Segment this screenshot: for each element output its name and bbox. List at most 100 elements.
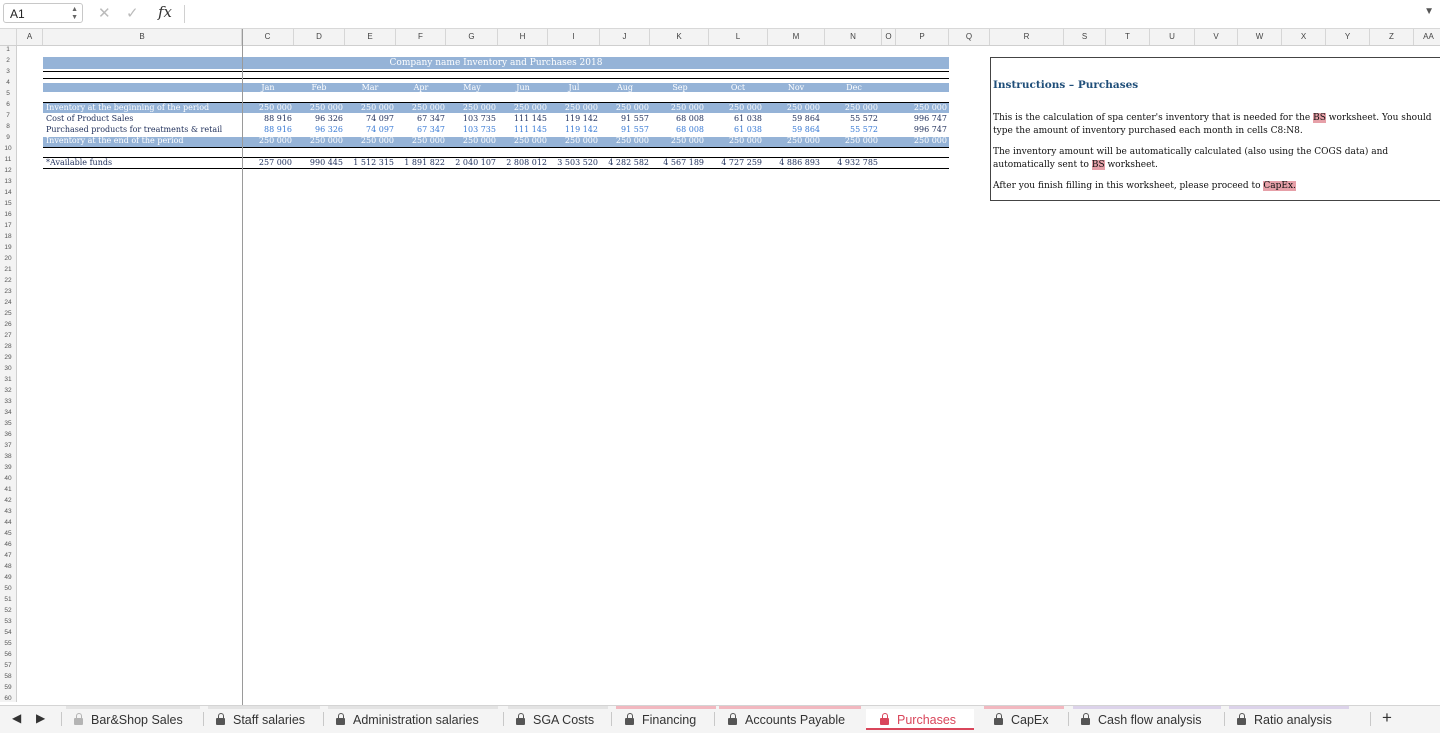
cell-end[interactable]: 250 000 xyxy=(772,136,820,145)
row-header[interactable]: 32 xyxy=(0,387,16,398)
row-header[interactable]: 56 xyxy=(0,651,16,662)
row-header[interactable]: 51 xyxy=(0,596,16,607)
tab-ratio-analysis[interactable]: Ratio analysis xyxy=(1229,706,1349,730)
row-header[interactable]: 38 xyxy=(0,453,16,464)
column-header[interactable]: P xyxy=(896,29,949,45)
cell-cogs[interactable]: 74 097 xyxy=(346,114,394,123)
cell-purchased[interactable]: 68 008 xyxy=(656,125,704,134)
cell-begin[interactable]: 250 000 xyxy=(601,103,649,112)
tab-accounts-payable[interactable]: Accounts Payable xyxy=(719,706,861,730)
column-header[interactable]: K xyxy=(650,29,709,45)
row-header[interactable]: 36 xyxy=(0,431,16,442)
select-all-corner[interactable] xyxy=(0,29,17,45)
row-header[interactable]: 59 xyxy=(0,684,16,695)
next-sheet-icon[interactable]: ▶ xyxy=(36,711,45,725)
row-header[interactable]: 28 xyxy=(0,343,16,354)
row-header[interactable]: 41 xyxy=(0,486,16,497)
tab-purchases[interactable]: Purchases xyxy=(866,706,974,730)
tab-capex[interactable]: CapEx xyxy=(984,706,1064,730)
cell-end[interactable]: 250 000 xyxy=(448,136,496,145)
column-header[interactable]: M xyxy=(768,29,825,45)
row-header[interactable]: 45 xyxy=(0,530,16,541)
tab-administration-salaries[interactable]: Administration salaries xyxy=(328,706,498,730)
cell-begin[interactable]: 250 000 xyxy=(448,103,496,112)
cell-total-purchased[interactable]: 996 747 xyxy=(899,125,947,134)
expand-formula-icon[interactable]: ▼ xyxy=(1424,6,1434,17)
row-header[interactable]: 14 xyxy=(0,189,16,200)
cell-funds[interactable]: 4 727 259 xyxy=(714,158,762,167)
row-header[interactable]: 1 xyxy=(0,46,16,57)
row-header[interactable]: 12 xyxy=(0,167,16,178)
cell-cogs[interactable]: 88 916 xyxy=(244,114,292,123)
column-header[interactable]: H xyxy=(498,29,548,45)
row-header[interactable]: 60 xyxy=(0,695,16,702)
cell-cogs[interactable]: 111 145 xyxy=(499,114,547,123)
tab-bar-shop-sales[interactable]: Bar&Shop Sales xyxy=(66,706,200,730)
row-header[interactable]: 16 xyxy=(0,211,16,222)
row-header[interactable]: 46 xyxy=(0,541,16,552)
cell-purchased[interactable]: 119 142 xyxy=(550,125,598,134)
name-box[interactable]: A1 ▲ ▼ xyxy=(3,3,83,23)
column-header[interactable]: B xyxy=(43,29,242,45)
column-header[interactable]: L xyxy=(709,29,768,45)
row-header[interactable]: 4 xyxy=(0,79,16,90)
row-header[interactable]: 11 xyxy=(0,156,16,167)
row-header[interactable]: 5 xyxy=(0,90,16,101)
cell-funds[interactable]: 3 503 520 xyxy=(550,158,598,167)
row-header[interactable]: 40 xyxy=(0,475,16,486)
row-header[interactable]: 8 xyxy=(0,123,16,134)
cell-end[interactable]: 250 000 xyxy=(656,136,704,145)
cell-funds[interactable]: 990 445 xyxy=(295,158,343,167)
row-header[interactable]: 30 xyxy=(0,365,16,376)
cell-total-cogs[interactable]: 996 747 xyxy=(899,114,947,123)
tab-staff-salaries[interactable]: Staff salaries xyxy=(208,706,320,730)
cell-end[interactable]: 250 000 xyxy=(397,136,445,145)
row-header[interactable]: 10 xyxy=(0,145,16,156)
tab-cash-flow-analysis[interactable]: Cash flow analysis xyxy=(1073,706,1221,730)
cell-end[interactable]: 250 000 xyxy=(346,136,394,145)
tab-sga-costs[interactable]: SGA Costs xyxy=(508,706,608,730)
cell-purchased[interactable]: 55 572 xyxy=(830,125,878,134)
cell-cogs[interactable]: 61 038 xyxy=(714,114,762,123)
column-header[interactable]: X xyxy=(1282,29,1326,45)
cell-cogs[interactable]: 91 557 xyxy=(601,114,649,123)
row-header[interactable]: 42 xyxy=(0,497,16,508)
cell-end[interactable]: 250 000 xyxy=(499,136,547,145)
row-header[interactable]: 24 xyxy=(0,299,16,310)
bs-link[interactable]: BS xyxy=(1091,160,1105,170)
cell-end[interactable]: 250 000 xyxy=(830,136,878,145)
row-header[interactable]: 21 xyxy=(0,266,16,277)
cell-funds[interactable]: 2 040 107 xyxy=(448,158,496,167)
cell-purchased[interactable]: 74 097 xyxy=(346,125,394,134)
row-header[interactable]: 43 xyxy=(0,508,16,519)
cell-funds[interactable]: 257 000 xyxy=(244,158,292,167)
cell-begin[interactable]: 250 000 xyxy=(714,103,762,112)
prev-sheet-icon[interactable]: ◀ xyxy=(12,711,21,725)
row-header[interactable]: 2 xyxy=(0,57,16,68)
row-header[interactable]: 48 xyxy=(0,563,16,574)
row-header[interactable]: 44 xyxy=(0,519,16,530)
row-header[interactable]: 25 xyxy=(0,310,16,321)
row-header[interactable]: 27 xyxy=(0,332,16,343)
row-header[interactable]: 52 xyxy=(0,607,16,618)
cell-end[interactable]: 250 000 xyxy=(550,136,598,145)
row-header[interactable]: 18 xyxy=(0,233,16,244)
column-header[interactable]: W xyxy=(1238,29,1282,45)
row-header[interactable]: 13 xyxy=(0,178,16,189)
cell-end[interactable]: 250 000 xyxy=(714,136,762,145)
column-header[interactable]: D xyxy=(294,29,345,45)
row-header[interactable]: 35 xyxy=(0,420,16,431)
cell-begin[interactable]: 250 000 xyxy=(772,103,820,112)
cell-end[interactable]: 250 000 xyxy=(244,136,292,145)
row-header[interactable]: 58 xyxy=(0,673,16,684)
cell-funds[interactable]: 2 808 012 xyxy=(499,158,547,167)
cell-funds[interactable]: 4 886 893 xyxy=(772,158,820,167)
cell-begin[interactable]: 250 000 xyxy=(244,103,292,112)
row-header[interactable]: 29 xyxy=(0,354,16,365)
column-header[interactable]: R xyxy=(990,29,1064,45)
cell-purchased[interactable]: 91 557 xyxy=(601,125,649,134)
row-header[interactable]: 49 xyxy=(0,574,16,585)
column-header[interactable]: C xyxy=(242,29,294,45)
capex-link[interactable]: CapEx. xyxy=(1263,181,1296,191)
cell-cogs[interactable]: 67 347 xyxy=(397,114,445,123)
